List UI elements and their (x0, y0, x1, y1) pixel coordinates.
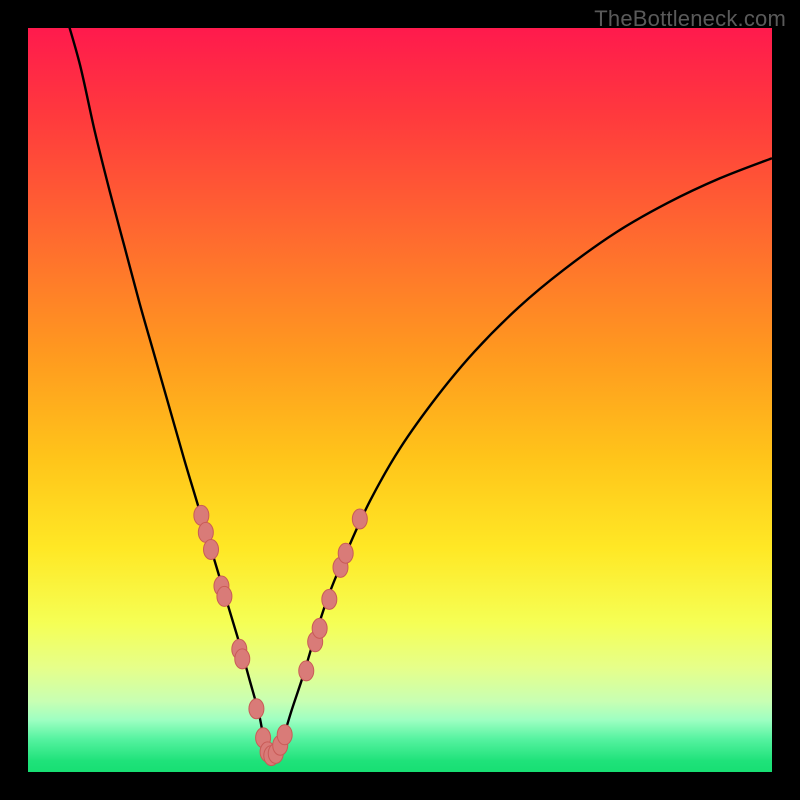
plot-area (28, 28, 772, 772)
gradient-background (28, 28, 772, 772)
outer-frame: TheBottleneck.com (0, 0, 800, 800)
